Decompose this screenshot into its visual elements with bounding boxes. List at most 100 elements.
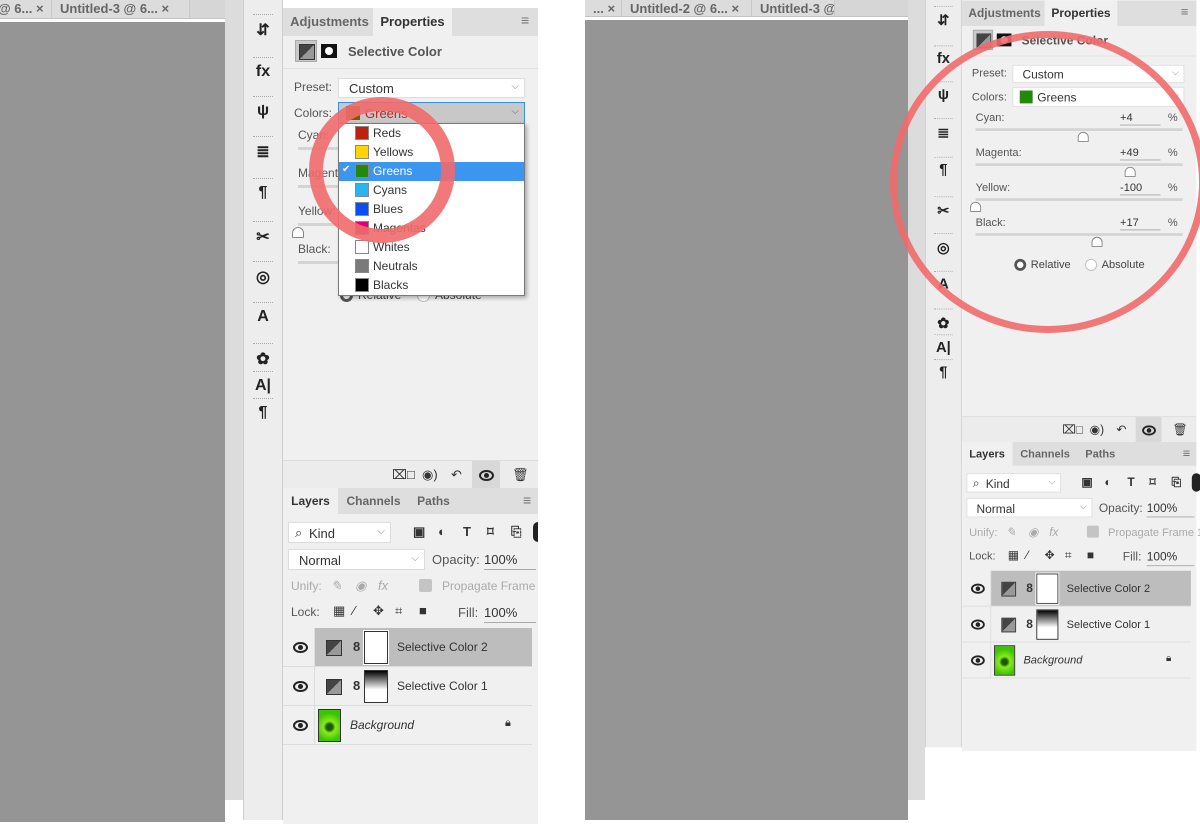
eye-icon[interactable] xyxy=(293,642,308,653)
tab-channels[interactable]: Channels xyxy=(338,488,409,514)
filter-shape-icon[interactable]: ⌑ xyxy=(1149,475,1155,490)
clone-source-icon[interactable]: ≣ xyxy=(926,124,961,142)
dropdown-item-blacks[interactable]: Blacks xyxy=(339,276,524,295)
slider-track[interactable] xyxy=(975,233,1183,236)
paragraph-styles-icon[interactable]: ¶ xyxy=(244,184,282,202)
panel-grip[interactable] xyxy=(253,178,273,182)
clone-source-icon[interactable]: ≣ xyxy=(244,142,282,162)
tab-layers[interactable]: Layers xyxy=(283,488,338,514)
swatches-icon[interactable]: ✿ xyxy=(926,314,961,332)
lock-position-icon[interactable]: ✥ xyxy=(373,603,384,619)
lock-position-icon[interactable]: ✥ xyxy=(1045,548,1055,563)
panel-grip[interactable] xyxy=(934,5,953,10)
mask-icon[interactable] xyxy=(996,33,1012,47)
dropdown-item-greens[interactable]: ✔ Greens xyxy=(339,162,524,181)
slider-value-field[interactable]: +17 xyxy=(1120,216,1161,231)
layer-row[interactable]: Background 🔒︎ xyxy=(961,642,1191,679)
paragraph-icon[interactable]: ¶ xyxy=(244,404,282,422)
styles-fx-icon[interactable]: fx xyxy=(244,63,282,81)
unify-style-icon[interactable]: fx xyxy=(1049,525,1058,539)
panel-grip[interactable] xyxy=(253,136,273,140)
unify-position-icon[interactable]: ✎ xyxy=(1006,525,1016,540)
swatches-icon[interactable]: ✿ xyxy=(244,349,282,369)
unify-position-icon[interactable]: ✎ xyxy=(331,578,342,594)
brushes-icon[interactable]: ψ xyxy=(926,87,961,104)
panel-grip[interactable] xyxy=(934,308,953,313)
tab-properties[interactable]: Properties xyxy=(1044,0,1118,27)
dropdown-item-reds[interactable]: Reds xyxy=(339,124,524,143)
layer-thumbnail[interactable] xyxy=(994,645,1016,676)
eye-icon[interactable] xyxy=(971,655,985,666)
document-tab[interactable]: Untitled-3 @ 6... × xyxy=(52,0,190,18)
view-previous-state-icon[interactable]: ◉) xyxy=(1090,423,1104,438)
lock-transparent-icon[interactable]: ▦ xyxy=(1008,548,1019,563)
panel-grip[interactable] xyxy=(253,371,273,375)
unify-visibility-icon[interactable]: ◉ xyxy=(355,578,366,594)
delete-icon[interactable]: 🗑 xyxy=(512,467,529,483)
layer-row[interactable]: Background 🔒︎ xyxy=(283,706,532,745)
history-icon[interactable]: ⇵ xyxy=(926,11,961,29)
dropdown-item-cyans[interactable]: Cyans xyxy=(339,181,524,200)
clip-to-layer-icon[interactable]: ⌧□ xyxy=(392,467,415,483)
layer-row[interactable]: 8 Selective Color 1 xyxy=(283,667,532,706)
opacity-field[interactable]: 100% xyxy=(484,552,536,570)
panel-grip[interactable] xyxy=(934,334,953,338)
fill-field[interactable]: 100% xyxy=(1146,550,1195,567)
layer-row[interactable]: 8 Selective Color 2 xyxy=(961,570,1191,607)
dropdown-item-yellows[interactable]: Yellows xyxy=(339,143,524,162)
layer-row[interactable]: 8 Selective Color 1 xyxy=(961,606,1191,643)
left-canvas[interactable] xyxy=(0,22,225,822)
reset-icon[interactable]: ↶ xyxy=(451,467,462,483)
filter-smart-object-icon[interactable]: ⎘ xyxy=(1172,475,1182,490)
adjustment-icon[interactable] xyxy=(295,40,317,62)
radio-absolute[interactable] xyxy=(1085,258,1098,271)
libraries-icon[interactable]: ◎ xyxy=(244,267,282,287)
panel-grip[interactable] xyxy=(253,343,273,347)
lock-all-icon[interactable]: ■ xyxy=(419,603,427,618)
filter-shape-icon[interactable]: ⌑ xyxy=(487,524,494,540)
slider-track[interactable] xyxy=(975,163,1183,166)
colors-select[interactable]: Greens ⌵ xyxy=(1012,86,1185,108)
lock-image-icon[interactable]: ⁄ xyxy=(1026,548,1028,562)
toggle-visibility-button[interactable] xyxy=(472,461,500,488)
view-previous-state-icon[interactable]: ◉) xyxy=(422,467,438,483)
tab-layers[interactable]: Layers xyxy=(961,441,1013,466)
panel-grip[interactable] xyxy=(253,261,273,265)
libraries-icon[interactable]: ◎ xyxy=(926,239,961,257)
link-icon[interactable]: 8 xyxy=(353,678,360,693)
panel-menu-icon[interactable]: ≡ xyxy=(521,12,529,28)
panel-grip[interactable] xyxy=(253,96,273,100)
tab-paths[interactable]: Paths xyxy=(1078,442,1123,466)
propagate-frame-checkbox[interactable] xyxy=(1086,525,1099,538)
brushes-icon[interactable]: ψ xyxy=(244,102,282,120)
dropdown-item-magentas[interactable]: Magentas xyxy=(339,219,524,238)
slider-track[interactable] xyxy=(975,128,1183,131)
history-icon[interactable]: ⇵ xyxy=(244,20,282,40)
tab-paths[interactable]: Paths xyxy=(409,488,458,514)
character-styles-icon[interactable]: A xyxy=(926,276,961,293)
layer-mask-thumbnail[interactable] xyxy=(1035,572,1060,605)
styles-fx-icon[interactable]: fx xyxy=(926,51,961,68)
reset-icon[interactable]: ↶ xyxy=(1116,423,1126,438)
panel-menu-icon[interactable]: ≡ xyxy=(1183,446,1191,461)
character-styles-icon[interactable]: A xyxy=(244,308,282,326)
panel-menu-icon[interactable]: ≡ xyxy=(1181,4,1189,19)
document-tab[interactable]: Untitled-2 @ 6... × xyxy=(622,0,752,16)
filter-pixel-icon[interactable]: ▣ xyxy=(413,524,425,540)
filter-adjustment-icon[interactable]: ◐ xyxy=(438,524,446,539)
dropdown-item-blues[interactable]: Blues xyxy=(339,200,524,219)
filter-kind-select[interactable]: ⌕ Kind ⌵ xyxy=(966,473,1062,493)
colors-select[interactable]: Greens ⌵ xyxy=(338,102,525,124)
fill-field[interactable]: 100% xyxy=(484,605,536,623)
unify-style-icon[interactable]: fx xyxy=(378,578,388,593)
eye-icon[interactable] xyxy=(293,681,308,692)
panel-grip[interactable] xyxy=(934,359,953,363)
lock-artboard-icon[interactable]: ⌗ xyxy=(1065,548,1072,563)
paragraph-styles-icon[interactable]: ¶ xyxy=(926,162,961,179)
filter-type-icon[interactable]: T xyxy=(463,524,471,539)
preset-select[interactable]: Custom ⌵ xyxy=(1012,64,1185,84)
filter-toggle[interactable] xyxy=(1191,473,1200,492)
panel-grip[interactable] xyxy=(934,233,953,237)
panel-grip[interactable] xyxy=(934,196,953,200)
link-icon[interactable]: 8 xyxy=(1026,581,1033,595)
